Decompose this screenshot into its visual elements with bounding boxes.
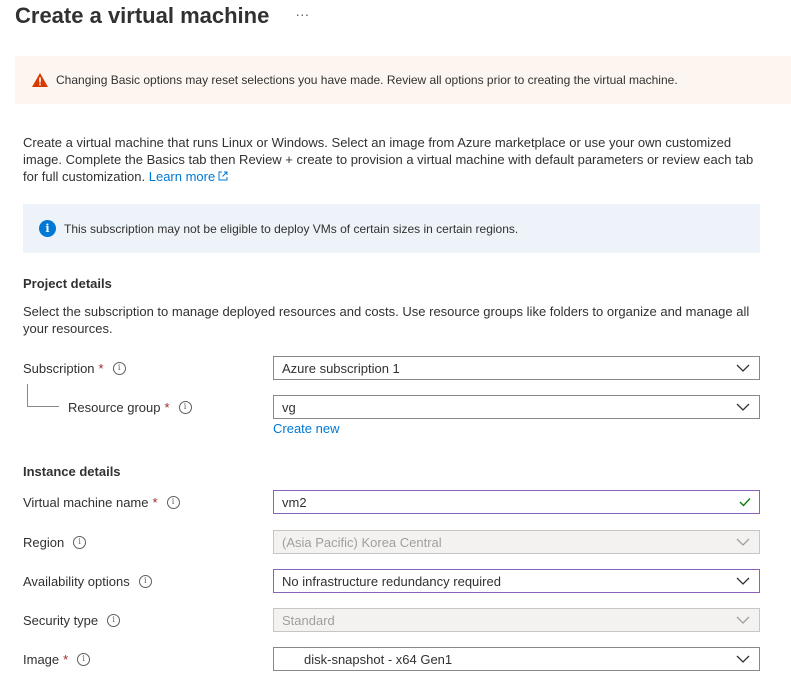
required-marker: * xyxy=(98,360,104,376)
tree-connector xyxy=(27,384,28,406)
required-marker: * xyxy=(152,494,158,510)
availability-label-text: Availability options xyxy=(23,573,130,589)
vm-name-input[interactable]: vm2 xyxy=(273,490,760,514)
intro-paragraph: Create a virtual machine that runs Linux… xyxy=(23,134,763,185)
page-title: Create a virtual machine xyxy=(15,3,270,28)
more-options-button[interactable]: ··· xyxy=(295,6,309,22)
region-label-text: Region xyxy=(23,534,65,550)
tree-connector-branch xyxy=(27,406,59,407)
chevron-down-icon xyxy=(736,538,750,546)
page-header: Create a virtual machine ··· xyxy=(15,0,309,32)
vm-name-info-icon[interactable]: i xyxy=(166,495,180,509)
image-dropdown[interactable]: disk-snapshot - x64 Gen1 xyxy=(273,647,760,671)
resource-group-value: vg xyxy=(282,399,296,415)
vm-name-label-text: Virtual machine name xyxy=(23,494,149,510)
learn-more-label: Learn more xyxy=(148,169,216,184)
create-new-resource-group-link[interactable]: Create new xyxy=(273,421,339,436)
subscription-label-text: Subscription xyxy=(23,360,95,376)
region-value: (Asia Pacific) Korea Central xyxy=(282,534,442,550)
subscription-dropdown[interactable]: Azure subscription 1 xyxy=(273,356,760,380)
security-type-info-icon[interactable]: i xyxy=(107,613,121,627)
security-type-dropdown: Standard xyxy=(273,608,760,632)
chevron-down-icon xyxy=(736,577,750,585)
resource-group-dropdown[interactable]: vg xyxy=(273,395,760,419)
required-marker: * xyxy=(164,399,170,415)
availability-dropdown[interactable]: No infrastructure redundancy required xyxy=(273,569,760,593)
checkmark-icon xyxy=(739,498,751,507)
image-info-icon[interactable]: i xyxy=(77,652,91,666)
availability-info-icon[interactable]: i xyxy=(138,574,152,588)
region-dropdown: (Asia Pacific) Korea Central xyxy=(273,530,760,554)
image-label-text: Image xyxy=(23,651,60,667)
security-type-label: Security type i xyxy=(23,610,121,630)
chevron-down-icon xyxy=(736,364,750,372)
intro-text: Create a virtual machine that runs Linux… xyxy=(23,135,754,184)
learn-more-link[interactable]: Learn more xyxy=(149,169,228,184)
subscription-info-icon[interactable]: i xyxy=(112,361,126,375)
security-type-label-text: Security type xyxy=(23,612,99,628)
warning-banner: Changing Basic options may reset selecti… xyxy=(15,56,791,104)
info-banner: i This subscription may not be eligible … xyxy=(23,204,760,253)
resource-group-label-text: Resource group xyxy=(68,399,161,415)
image-value: disk-snapshot - x64 Gen1 xyxy=(304,651,453,667)
resource-group-label: Resource group * i xyxy=(68,397,192,417)
availability-label: Availability options i xyxy=(23,571,152,591)
vm-name-label: Virtual machine name * i xyxy=(23,492,180,512)
external-link-icon xyxy=(218,171,228,181)
vm-name-value: vm2 xyxy=(282,494,307,510)
instance-details-heading: Instance details xyxy=(23,464,121,479)
warning-text: Changing Basic options may reset selecti… xyxy=(56,73,678,87)
image-label: Image * i xyxy=(23,649,91,669)
project-details-description: Select the subscription to manage deploy… xyxy=(23,304,750,336)
availability-value: No infrastructure redundancy required xyxy=(282,573,501,589)
info-icon: i xyxy=(39,220,56,237)
chevron-down-icon xyxy=(736,403,750,411)
subscription-value: Azure subscription 1 xyxy=(282,360,400,376)
info-text: This subscription may not be eligible to… xyxy=(64,221,519,236)
chevron-down-icon xyxy=(736,655,750,663)
security-type-value: Standard xyxy=(282,612,335,628)
warning-icon xyxy=(32,73,48,87)
region-label: Region i xyxy=(23,532,87,552)
chevron-down-icon xyxy=(736,616,750,624)
region-info-icon[interactable]: i xyxy=(73,535,87,549)
resource-group-info-icon[interactable]: i xyxy=(178,400,192,414)
required-marker: * xyxy=(63,651,69,667)
subscription-label: Subscription * i xyxy=(23,358,126,378)
project-details-heading: Project details xyxy=(23,276,112,291)
